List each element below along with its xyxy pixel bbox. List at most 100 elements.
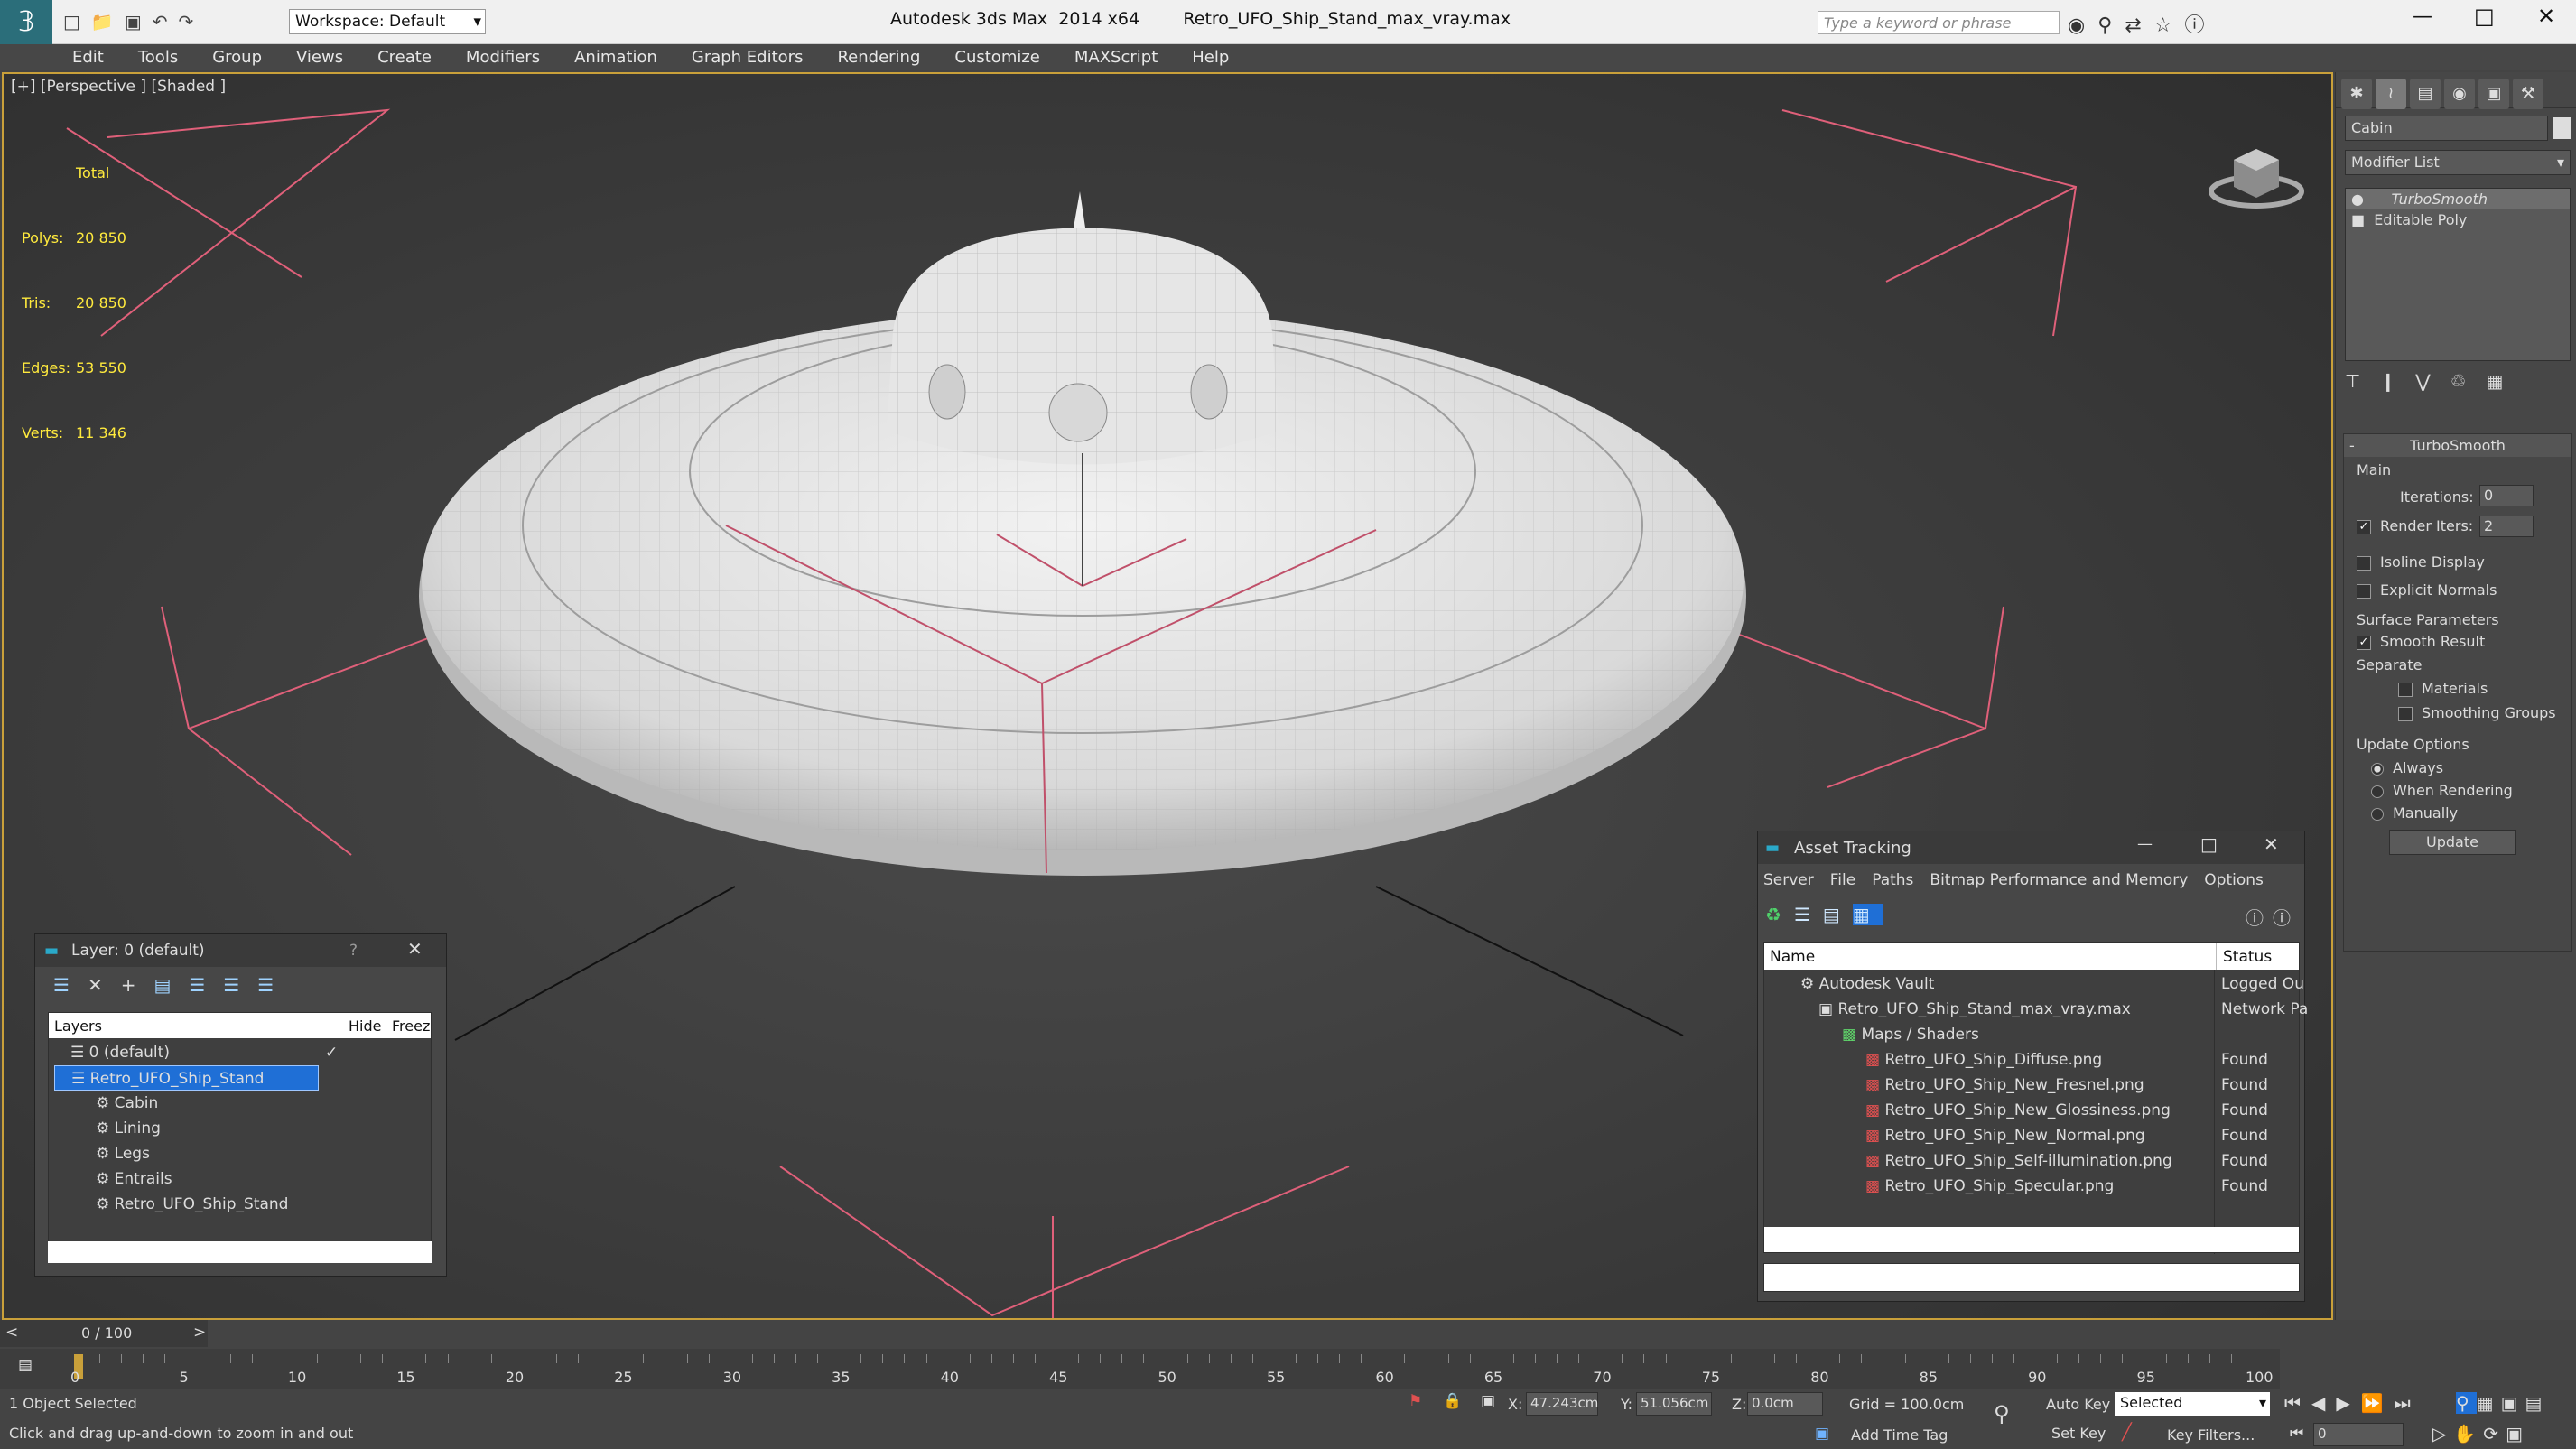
absolute-mode-icon[interactable]: ▣ — [1481, 1392, 1495, 1410]
add-to-layer-icon[interactable]: + — [121, 974, 154, 996]
new-file-icon[interactable]: □ — [63, 11, 91, 33]
field-of-view-icon[interactable]: ▷ — [2432, 1423, 2453, 1444]
asset-row[interactable]: ▩ Retro_UFO_Ship_New_Fresnel.png — [1865, 1073, 2144, 1098]
curve-editor-icon[interactable]: ▤ — [18, 1356, 33, 1374]
menu-rendering[interactable]: Rendering — [837, 48, 920, 67]
set-key-icon[interactable]: ⚲ — [1994, 1401, 2010, 1426]
help-button[interactable]: ? — [349, 942, 358, 960]
star-icon[interactable]: ☆ — [2154, 14, 2185, 37]
create-tab-icon[interactable]: ✱ — [2341, 79, 2372, 109]
key-mode-icon[interactable]: ╱ — [2122, 1423, 2132, 1442]
binoculars-icon[interactable]: ◉ — [2068, 14, 2097, 37]
render-iters-checkbox[interactable]: ✓ — [2357, 519, 2371, 534]
save-icon[interactable]: ▣ — [125, 11, 153, 33]
hide-column-header[interactable]: Hide — [349, 1017, 381, 1035]
asset-path-field[interactable] — [1763, 1263, 2300, 1292]
add-time-tag-button[interactable]: Add Time Tag — [1851, 1426, 1948, 1444]
next-frame-icon[interactable]: > — [193, 1324, 206, 1342]
orbit-icon[interactable]: ⟳ — [2483, 1423, 2506, 1444]
close-icon[interactable]: ✕ — [407, 938, 423, 960]
asset-menu-bitmap[interactable]: Bitmap Performance and Memory — [1930, 871, 2188, 889]
layer-row[interactable]: ⚙ Cabin — [96, 1091, 158, 1116]
rollout-title[interactable]: - TurboSmooth — [2344, 434, 2571, 457]
y-coordinate-field[interactable]: 51.056cm — [1636, 1392, 1712, 1416]
refresh-help-icon[interactable]: ⓘ — [2273, 904, 2291, 930]
menu-tools[interactable]: Tools — [138, 48, 178, 67]
asset-row[interactable]: ▣ Retro_UFO_Ship_Stand_max_vray.max — [1818, 997, 2131, 1022]
key-set-dropdown[interactable]: Selected ▾ — [2115, 1392, 2270, 1416]
undo-icon[interactable]: ↶ — [153, 11, 179, 33]
asset-horizontal-scrollbar[interactable] — [1764, 1227, 2299, 1252]
asset-row[interactable]: ▩ Maps / Shaders — [1842, 1022, 1979, 1047]
asset-menu-options[interactable]: Options — [2204, 871, 2264, 889]
timeline-track[interactable]: ▤ 0 5 10 15 20 25 30 35 40 45 50 55 60 65 70 75 80 85 90 95… — [0, 1349, 2280, 1389]
table-view-icon[interactable]: ▦ — [1852, 904, 1883, 925]
asset-row[interactable]: ⚙ Autodesk Vault — [1800, 971, 1934, 997]
update-button[interactable]: Update — [2389, 830, 2516, 855]
asset-menu-file[interactable]: File — [1830, 871, 1855, 889]
hierarchy-tab-icon[interactable]: ▤ — [2410, 79, 2441, 109]
asset-row[interactable]: ▩ Retro_UFO_Ship_Self-illumination.png — [1865, 1148, 2172, 1174]
always-radio[interactable] — [2371, 762, 2384, 776]
current-frame-field[interactable]: 0 — [2313, 1423, 2404, 1446]
help-icon[interactable]: ⓘ — [2246, 904, 2264, 930]
show-end-result-icon[interactable]: ❙ — [2380, 370, 2415, 392]
layer-row[interactable]: ⚙ Lining — [96, 1116, 161, 1141]
asset-menu-paths[interactable]: Paths — [1872, 871, 1913, 889]
next-key-icon[interactable]: ⏩ — [2361, 1392, 2395, 1414]
time-slider[interactable]: < 0 / 100 > — [0, 1320, 208, 1347]
exchange-icon[interactable]: ⇄ — [2125, 14, 2153, 37]
viewcube-icon[interactable] — [2207, 119, 2306, 218]
time-tag-icon[interactable]: ▣ — [1815, 1425, 1829, 1443]
list-view-icon[interactable]: ☰ — [1794, 904, 1823, 925]
utilities-tab-icon[interactable]: ⚒ — [2513, 79, 2543, 109]
zoom-extents-all-icon[interactable]: ▤ — [2525, 1392, 2549, 1414]
minimize-button[interactable]: — — [2413, 5, 2432, 28]
menu-animation[interactable]: Animation — [574, 48, 657, 67]
name-column-header[interactable]: Name — [1770, 948, 1815, 966]
when-rendering-radio[interactable] — [2371, 785, 2384, 798]
smoothing-groups-checkbox[interactable] — [2398, 706, 2413, 721]
modify-tab-icon[interactable]: ≀ — [2376, 79, 2406, 109]
object-color-swatch[interactable] — [2553, 117, 2571, 139]
layer-row-selected[interactable]: ☰ Retro_UFO_Ship_Stand — [54, 1065, 319, 1091]
select-objects-icon[interactable]: ▤ — [153, 974, 189, 996]
x-coordinate-field[interactable]: 47.243cm — [1526, 1392, 1598, 1416]
layer-row[interactable]: ⚙ Entrails — [96, 1166, 172, 1192]
menu-views[interactable]: Views — [296, 48, 343, 67]
menu-graph-editors[interactable]: Graph Editors — [692, 48, 804, 67]
isoline-display-checkbox[interactable] — [2357, 555, 2371, 571]
pan-icon[interactable]: ✋ — [2453, 1423, 2483, 1444]
status-column-header[interactable]: Status — [2223, 948, 2272, 966]
manually-radio[interactable] — [2371, 807, 2384, 821]
menu-maxscript[interactable]: MAXScript — [1074, 48, 1158, 67]
delete-layer-icon[interactable]: ✕ — [88, 974, 121, 996]
auto-key-button[interactable]: Auto Key — [2046, 1396, 2110, 1413]
search-input[interactable]: Type a keyword or phrase — [1818, 11, 2060, 34]
asset-menu-server[interactable]: Server — [1763, 871, 1814, 889]
close-icon[interactable]: ✕ — [2264, 833, 2279, 855]
make-unique-icon[interactable]: ⋁ — [2415, 370, 2450, 392]
prev-key-icon[interactable]: ◀ — [2311, 1392, 2336, 1414]
object-name-field[interactable]: Cabin — [2345, 116, 2548, 141]
minimize-button[interactable]: — — [2137, 835, 2153, 853]
layer-row[interactable]: ⚙ Retro_UFO_Ship_Stand — [96, 1192, 288, 1217]
workspace-dropdown[interactable]: Workspace: Default ▾ — [289, 9, 486, 34]
go-to-end-icon[interactable]: ⏭ — [2395, 1392, 2422, 1414]
layer-horizontal-scrollbar[interactable] — [48, 1241, 432, 1263]
asset-row[interactable]: ▩ Retro_UFO_Ship_Specular.png — [1865, 1174, 2114, 1199]
maximize-viewport-icon[interactable]: ▣ — [2506, 1423, 2530, 1444]
current-layer-check-icon[interactable]: ✓ — [325, 1040, 338, 1065]
lightbulb-icon[interactable]: ● — [2351, 190, 2364, 208]
asset-row[interactable]: ▩ Retro_UFO_Ship_Diffuse.png — [1865, 1047, 2102, 1073]
key-mode-toggle-icon[interactable]: ⏮ — [2290, 1425, 2303, 1443]
zoom-icon[interactable]: ⚲ — [2456, 1392, 2477, 1414]
menu-modifiers[interactable]: Modifiers — [466, 48, 540, 67]
asset-row[interactable]: ▩ Retro_UFO_Ship_New_Normal.png — [1865, 1123, 2145, 1148]
isolate-selection-icon[interactable]: ⚑ — [1409, 1392, 1422, 1410]
layers-column-header[interactable]: Layers — [54, 1017, 102, 1035]
help-icon[interactable]: ⓘ — [2185, 14, 2218, 37]
set-key-button[interactable]: Set Key — [2051, 1425, 2106, 1442]
asset-window-titlebar[interactable]: ▬ Asset Tracking — □ ✕ — [1758, 831, 2304, 864]
display-tab-icon[interactable]: ▣ — [2478, 79, 2509, 109]
